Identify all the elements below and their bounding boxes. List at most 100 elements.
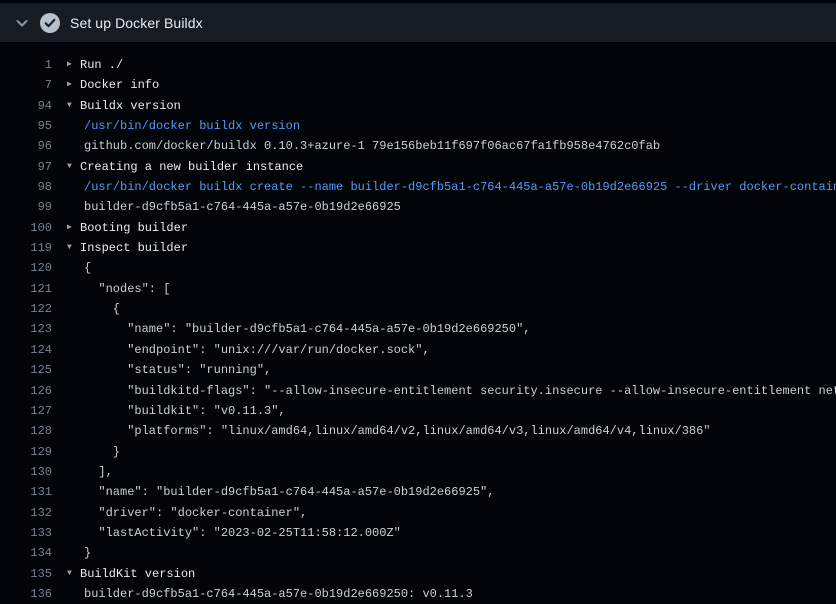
log-group-label: Inspect builder <box>80 238 188 258</box>
line-number[interactable]: 135 <box>0 564 52 584</box>
actions-log-viewer: Set up Docker Buildx 1 ▶ Run ./ 7 ▶ Dock… <box>0 3 836 604</box>
line-number[interactable]: 98 <box>0 177 52 197</box>
line-number[interactable]: 99 <box>0 197 52 217</box>
log-output-text: builder-d9cfb5a1-c764-445a-a57e-0b19d2e6… <box>84 584 473 604</box>
log-output-text: "driver": "docker-container", <box>84 503 307 523</box>
step-success-check-icon <box>40 13 60 33</box>
log-row-content: builder-d9cfb5a1-c764-445a-a57e-0b19d2e6… <box>84 197 401 217</box>
triangle-down-icon: ▼ <box>67 96 80 116</box>
line-number[interactable]: 120 <box>0 258 52 278</box>
line-number[interactable]: 94 <box>0 96 52 116</box>
log-group-row[interactable]: 100 ▶ Booting builder <box>0 218 836 238</box>
line-number[interactable]: 130 <box>0 462 52 482</box>
line-number[interactable]: 121 <box>0 279 52 299</box>
log-group-row[interactable]: 119 ▼ Inspect builder <box>0 238 836 258</box>
log-group-row[interactable]: 97 ▼ Creating a new builder instance <box>0 157 836 177</box>
log-output-text: } <box>84 442 120 462</box>
line-number[interactable]: 119 <box>0 238 52 258</box>
log-group-row[interactable]: 94 ▼ Buildx version <box>0 96 836 116</box>
log-row: 98 /usr/bin/docker buildx create --name … <box>0 177 836 197</box>
log-output-text: builder-d9cfb5a1-c764-445a-a57e-0b19d2e6… <box>84 197 401 217</box>
log-row-content: { <box>84 258 91 278</box>
triangle-down-icon: ▼ <box>67 238 80 258</box>
log-output-text: "name": "builder-d9cfb5a1-c764-445a-a57e… <box>84 482 494 502</box>
log-output-text: "buildkitd-flags": "--allow-insecure-ent… <box>84 381 836 401</box>
line-number[interactable]: 127 <box>0 401 52 421</box>
triangle-down-icon: ▼ <box>67 157 80 177</box>
log-output-text: "platforms": "linux/amd64,linux/amd64/v2… <box>84 421 711 441</box>
line-number[interactable]: 123 <box>0 319 52 339</box>
log-row: 134 } <box>0 543 836 563</box>
log-row-content: { <box>84 299 120 319</box>
log-command-text: /usr/bin/docker buildx create --name bui… <box>84 177 836 197</box>
log-row: 131 "name": "builder-d9cfb5a1-c764-445a-… <box>0 482 836 502</box>
log-group-row[interactable]: 1 ▶ Run ./ <box>0 55 836 75</box>
log-output-text: github.com/docker/buildx 0.10.3+azure-1 … <box>84 136 660 156</box>
log-row-content: "nodes": [ <box>84 279 170 299</box>
log-row: 133 "lastActivity": "2023-02-25T11:58:12… <box>0 523 836 543</box>
log-row: 95 /usr/bin/docker buildx version <box>0 116 836 136</box>
log-row-content: /usr/bin/docker buildx version <box>84 116 300 136</box>
log-row: 121 "nodes": [ <box>0 279 836 299</box>
log-row-content: "name": "builder-d9cfb5a1-c764-445a-a57e… <box>84 482 494 502</box>
step-title: Set up Docker Buildx <box>70 15 203 31</box>
log-row-content: } <box>84 543 91 563</box>
line-number[interactable]: 96 <box>0 136 52 156</box>
line-number[interactable]: 100 <box>0 218 52 238</box>
log-row-content: builder-d9cfb5a1-c764-445a-a57e-0b19d2e6… <box>84 584 473 604</box>
log-row-content: "driver": "docker-container", <box>84 503 307 523</box>
line-number[interactable]: 97 <box>0 157 52 177</box>
log-row: 136 builder-d9cfb5a1-c764-445a-a57e-0b19… <box>0 584 836 604</box>
line-number[interactable]: 133 <box>0 523 52 543</box>
line-number[interactable]: 122 <box>0 299 52 319</box>
log-row: 124 "endpoint": "unix:///var/run/docker.… <box>0 340 836 360</box>
log-row: 126 "buildkitd-flags": "--allow-insecure… <box>0 381 836 401</box>
log-output-text: "name": "builder-d9cfb5a1-c764-445a-a57e… <box>84 319 530 339</box>
log-row-content: ▼ Inspect builder <box>67 238 188 258</box>
line-number[interactable]: 132 <box>0 503 52 523</box>
line-number[interactable]: 125 <box>0 360 52 380</box>
log-row: 99 builder-d9cfb5a1-c764-445a-a57e-0b19d… <box>0 197 836 217</box>
log-group-row[interactable]: 7 ▶ Docker info <box>0 75 836 95</box>
log-output-text: { <box>84 258 91 278</box>
log-row: 130 ], <box>0 462 836 482</box>
log-row-content: ▶ Booting builder <box>67 218 188 238</box>
line-number[interactable]: 128 <box>0 421 52 441</box>
line-number[interactable]: 7 <box>0 75 52 95</box>
log-row-content: ▼ Creating a new builder instance <box>67 157 303 177</box>
step-header[interactable]: Set up Docker Buildx <box>0 3 836 42</box>
log-row-content: "buildkit": "v0.11.3", <box>84 401 286 421</box>
line-number[interactable]: 1 <box>0 55 52 75</box>
log-row-content: ▼ Buildx version <box>67 96 181 116</box>
line-number[interactable]: 129 <box>0 442 52 462</box>
log-row: 127 "buildkit": "v0.11.3", <box>0 401 836 421</box>
collapse-step-button[interactable] <box>12 13 32 33</box>
log-row: 132 "driver": "docker-container", <box>0 503 836 523</box>
log-row-content: /usr/bin/docker buildx create --name bui… <box>84 177 836 197</box>
log-row: 120 { <box>0 258 836 278</box>
triangle-right-icon: ▶ <box>67 75 80 95</box>
log-row-content: "endpoint": "unix:///var/run/docker.sock… <box>84 340 430 360</box>
line-number[interactable]: 95 <box>0 116 52 136</box>
log-group-label: BuildKit version <box>80 564 195 584</box>
log-output-text: ], <box>84 462 113 482</box>
log-output-text: "buildkit": "v0.11.3", <box>84 401 286 421</box>
log-output-text: "status": "running", <box>84 360 271 380</box>
line-number[interactable]: 131 <box>0 482 52 502</box>
log-row-content: github.com/docker/buildx 0.10.3+azure-1 … <box>84 136 660 156</box>
line-number[interactable]: 126 <box>0 381 52 401</box>
log-group-label: Creating a new builder instance <box>80 157 303 177</box>
log-output-text: } <box>84 543 91 563</box>
log-output-text: "endpoint": "unix:///var/run/docker.sock… <box>84 340 430 360</box>
triangle-right-icon: ▶ <box>67 218 80 238</box>
log-group-row[interactable]: 135 ▼ BuildKit version <box>0 564 836 584</box>
log-row-content: } <box>84 442 120 462</box>
log-row: 122 { <box>0 299 836 319</box>
log-row-content: "lastActivity": "2023-02-25T11:58:12.000… <box>84 523 401 543</box>
line-number[interactable]: 134 <box>0 543 52 563</box>
line-number[interactable]: 136 <box>0 584 52 604</box>
triangle-down-icon: ▼ <box>67 564 80 584</box>
line-number[interactable]: 124 <box>0 340 52 360</box>
log-container: 1 ▶ Run ./ 7 ▶ Docker info 94 ▼ Buildx v… <box>0 42 836 604</box>
log-row-content: "platforms": "linux/amd64,linux/amd64/v2… <box>84 421 711 441</box>
